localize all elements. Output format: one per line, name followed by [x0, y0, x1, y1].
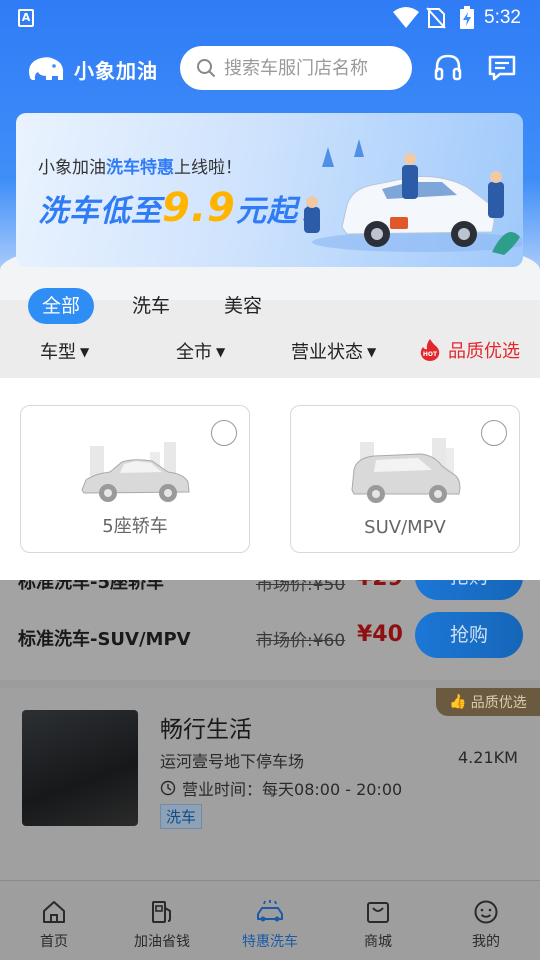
caret-down-icon: ▼: [367, 345, 377, 359]
banner-headline-pre: 洗车低至: [38, 194, 162, 229]
quality-badge: 👍 品质优选: [436, 688, 540, 716]
hot-flame-icon: HOT: [420, 339, 440, 361]
service-list: 标准洗车-5座轿车 市场价:¥50 ¥29 抢购 标准洗车-SUV/MPV 市场…: [0, 580, 540, 680]
nav-label: 商城: [364, 934, 392, 950]
filter-car-type-label: 车型: [40, 342, 76, 363]
nav-label: 首页: [40, 934, 68, 950]
tab-beauty[interactable]: 美容: [224, 288, 262, 324]
filter-quality[interactable]: HOT 品质优选: [418, 337, 520, 363]
status-bar: A 5:32: [0, 0, 540, 36]
filter-business-status-label: 营业状态: [291, 342, 363, 363]
caret-down-icon: ▼: [80, 345, 90, 359]
store-distance: 4.21KM: [458, 748, 518, 767]
sale-price: ¥40: [357, 622, 403, 647]
headset-icon[interactable]: [432, 52, 464, 84]
svg-text:HOT: HOT: [423, 351, 438, 358]
thumbs-up-icon: 👍: [449, 694, 467, 710]
filter-city-label: 全市: [176, 342, 212, 363]
category-tabs: 全部 洗车 美容: [0, 284, 540, 328]
battery-charging-icon: [460, 6, 474, 29]
store-name: 畅行生活: [160, 717, 252, 743]
nav-label: 我的: [472, 934, 500, 950]
filter-business-status[interactable]: 营业状态 ▼: [291, 338, 376, 364]
store-card[interactable]: 👍 品质优选 畅行生活 运河壹号地下停车场 4.21KM 营业时间： 每天08:00…: [0, 688, 540, 880]
nav-fuel[interactable]: 加油省钱: [108, 881, 216, 960]
banner-subtitle-pre: 小象加油: [38, 158, 106, 178]
car-option-label: SUV/MPV: [364, 517, 446, 538]
banner-headline-price: 9.9: [162, 185, 236, 231]
bottom-navigation: 首页 加油省钱 特惠洗车 商城 我的: [0, 880, 540, 960]
service-name: 标准洗车-5座轿车: [18, 580, 164, 593]
tab-car-wash[interactable]: 洗车: [132, 288, 170, 324]
car-option-label: 5座轿车: [102, 516, 168, 537]
banner-headline: 洗车低至9.9元起！: [38, 185, 329, 231]
radio-button[interactable]: [481, 420, 507, 446]
banner-subtitle-post: 上线啦！: [174, 158, 242, 178]
elephant-logo-icon: [29, 57, 64, 80]
promo-banner[interactable]: 小象加油洗车特惠上线啦！ 洗车低至9.9元起！: [16, 113, 523, 267]
app-notification-icon: A: [18, 9, 34, 27]
car-option-suv[interactable]: SUV/MPV: [290, 405, 520, 553]
store-hours: 营业时间： 每天08:00 - 20:00: [160, 776, 402, 800]
caret-down-icon: ▼: [216, 345, 226, 359]
home-icon: [43, 901, 65, 923]
suv-car-icon: [351, 438, 461, 503]
dimmed-content-overlay[interactable]: 标准洗车-5座轿车 市场价:¥50 ¥29 抢购 标准洗车-SUV/MPV 市场…: [0, 580, 540, 880]
clock-icon: [160, 780, 176, 796]
market-price: 市场价:¥50: [256, 580, 346, 595]
search-input[interactable]: [224, 57, 394, 79]
smiley-icon: [474, 900, 498, 924]
nav-mall[interactable]: 商城: [324, 881, 432, 960]
shopping-bag-icon: [367, 902, 389, 923]
nav-car-wash[interactable]: 特惠洗车: [216, 881, 324, 960]
market-price: 市场价:¥60: [256, 631, 346, 651]
banner-subtitle-highlight: 洗车特惠: [106, 158, 174, 178]
buy-button[interactable]: 抢购: [415, 580, 523, 600]
search-bar[interactable]: [180, 46, 412, 90]
nav-mine[interactable]: 我的: [432, 881, 540, 960]
quality-badge-label: 品质优选: [470, 695, 527, 711]
message-icon[interactable]: [486, 52, 518, 84]
store-hours-label: 营业时间：: [182, 780, 263, 799]
search-icon: [197, 59, 216, 78]
car-wash-illustration: [304, 139, 522, 255]
nav-home[interactable]: 首页: [0, 881, 108, 960]
store-hours-value: 每天08:00 - 20:00: [262, 780, 403, 799]
wifi-icon: [393, 7, 419, 28]
store-service-tag: 洗车: [160, 804, 203, 829]
fuel-pump-icon: [152, 901, 171, 923]
filter-quality-label: 品质优选: [448, 341, 520, 362]
sedan-car-icon: [81, 442, 190, 502]
no-sim-icon: [426, 7, 446, 29]
buy-button[interactable]: 抢购: [415, 612, 523, 658]
app-logo: 小象加油: [24, 52, 158, 86]
logo-text: 小象加油: [74, 58, 158, 83]
status-time: 5:32: [484, 7, 521, 28]
car-type-panel: 5座轿车 SUV/MPV: [0, 378, 540, 580]
banner-subtitle: 小象加油洗车特惠上线啦！: [38, 153, 242, 178]
store-photo: [22, 710, 138, 826]
service-name: 标准洗车-SUV/MPV: [18, 629, 191, 650]
car-option-sedan[interactable]: 5座轿车: [20, 405, 250, 553]
filter-city[interactable]: 全市 ▼: [176, 338, 225, 364]
nav-label: 加油省钱: [134, 934, 190, 950]
sale-price: ¥29: [357, 580, 403, 591]
filter-car-type[interactable]: 车型 ▼: [40, 338, 89, 364]
store-address: 运河壹号地下停车场: [160, 752, 305, 771]
tab-all[interactable]: 全部: [28, 288, 95, 324]
car-wash-icon: [257, 900, 283, 922]
nav-label: 特惠洗车: [242, 934, 298, 950]
radio-button[interactable]: [211, 420, 237, 446]
